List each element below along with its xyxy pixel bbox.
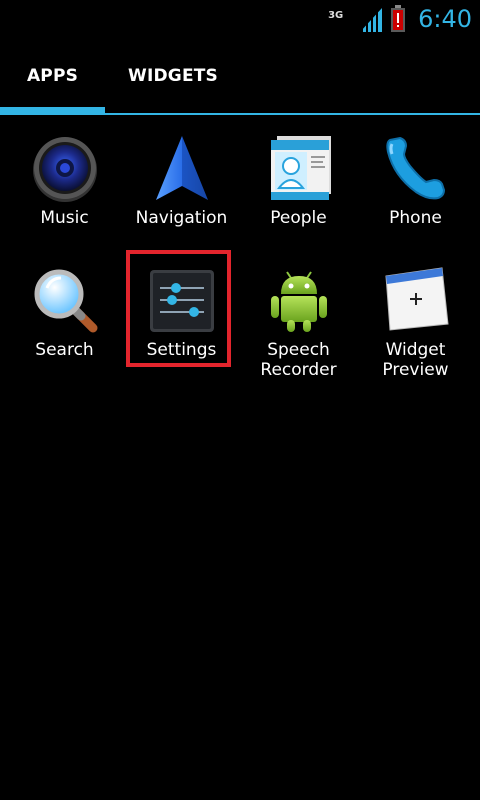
network-type-label: 3G <box>328 10 344 21</box>
app-speech-recorder[interactable]: Speech Recorder <box>240 258 357 382</box>
signal-icon: 3G <box>328 4 384 34</box>
app-label: Music <box>40 208 89 228</box>
status-bar: 3G 6:40 <box>0 0 480 38</box>
tab-widgets-label: WIDGETS <box>128 66 218 86</box>
app-label: Speech Recorder <box>260 340 337 380</box>
app-label: People <box>270 208 327 228</box>
android-robot-icon <box>263 264 335 336</box>
tab-apps-label: APPS <box>26 66 79 86</box>
battery-alert-icon <box>390 5 406 33</box>
tab-apps[interactable]: APPS <box>0 38 105 114</box>
app-label: Search <box>35 340 94 360</box>
magnifier-icon <box>29 264 101 336</box>
app-label: Settings <box>146 340 217 360</box>
tab-bar: APPS WIDGETS <box>0 38 480 116</box>
contacts-card-icon <box>263 132 335 204</box>
app-search[interactable]: Search <box>6 258 123 382</box>
speaker-icon <box>29 132 101 204</box>
tab-widgets[interactable]: WIDGETS <box>118 38 228 114</box>
app-drawer-screen: 3G 6:40 APPS WIDGETS Music Navigation Pe… <box>0 0 480 800</box>
app-phone[interactable]: Phone <box>357 126 474 250</box>
app-label: Navigation <box>135 208 228 228</box>
sliders-icon <box>146 264 218 336</box>
app-widget-preview[interactable]: Widget Preview <box>357 258 474 382</box>
widget-preview-icon <box>380 264 452 336</box>
navigation-arrow-icon <box>146 132 218 204</box>
app-people[interactable]: People <box>240 126 357 250</box>
clock: 6:40 <box>418 5 472 33</box>
app-music[interactable]: Music <box>6 126 123 250</box>
phone-handset-icon <box>380 132 452 204</box>
app-navigation[interactable]: Navigation <box>123 126 240 250</box>
app-label: Phone <box>389 208 442 228</box>
app-settings[interactable]: Settings <box>123 258 240 382</box>
tab-divider-line <box>0 113 480 115</box>
app-label: Widget Preview <box>382 340 449 380</box>
